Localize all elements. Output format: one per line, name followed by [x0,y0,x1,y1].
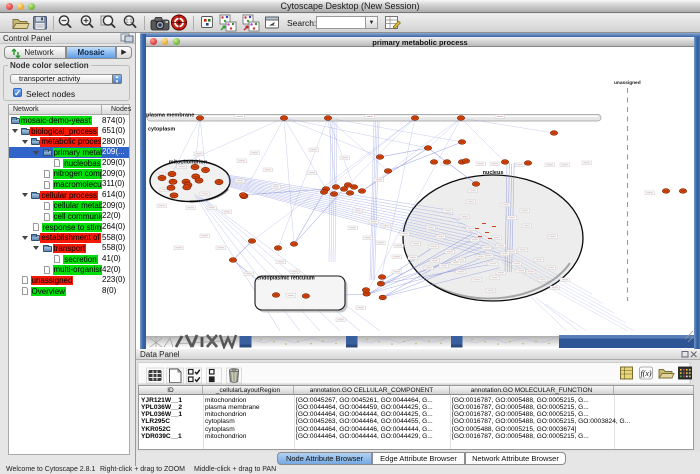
svg-text:mitochondrion: mitochondrion [169,160,208,166]
svg-text:plasma membrane: plasma membrane [146,113,194,119]
svg-text:cytoplasm: cytoplasm [148,127,175,133]
svg-text:f(x): f(x) [640,369,651,378]
svg-text:nucleus: nucleus [483,170,504,176]
svg-text:1:1: 1:1 [126,19,133,25]
svg-text:endoplasmic reticulum: endoplasmic reticulum [257,276,315,282]
svg-text:unassigned: unassigned [614,80,641,86]
